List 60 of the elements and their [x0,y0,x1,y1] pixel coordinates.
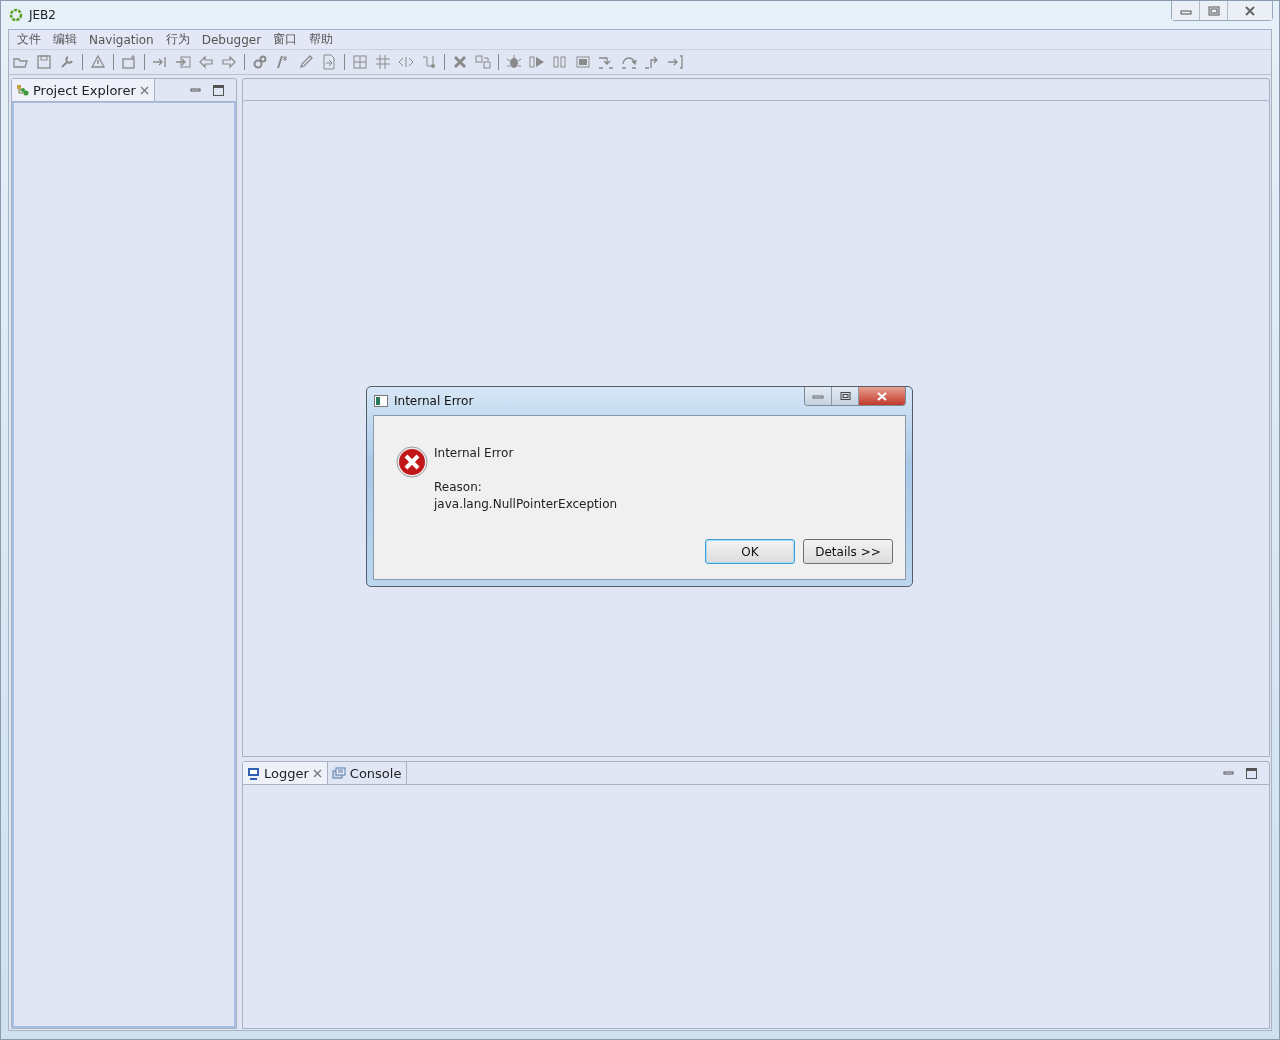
menu-item[interactable]: 窗口 [267,31,304,48]
arrow-to-bracket-icon[interactable] [152,54,168,70]
minimize-icon[interactable] [1223,770,1234,776]
close-button[interactable] [1228,1,1272,20]
maximize-icon [1207,5,1220,16]
maximize-icon [839,392,851,400]
minimize-icon [812,392,824,400]
view-tab[interactable]: Logger [243,762,328,784]
minimize-icon[interactable] [190,87,201,93]
resume-icon[interactable] [529,54,545,70]
x-mark-icon[interactable] [452,54,468,70]
warning-icon[interactable] [90,54,106,70]
tree-icon [16,83,29,97]
arrow-right-icon[interactable] [221,54,237,70]
arrow-left-icon[interactable] [198,54,214,70]
console-icon [331,766,346,780]
table-icon[interactable] [375,54,391,70]
close-icon[interactable] [312,768,322,778]
grid-icon[interactable] [352,54,368,70]
maximize-icon[interactable] [213,84,224,96]
error-message: java.lang.NullPointerException [434,496,618,513]
reason-label: Reason: [434,479,483,496]
error-heading: Internal Error [434,445,515,462]
new-folder-icon[interactable] [121,54,137,70]
step-return-icon[interactable] [644,54,660,70]
menu-item[interactable]: 编辑 [47,31,83,48]
dialog-button[interactable]: Details >> [803,539,893,564]
dialog-button[interactable]: OK [705,539,795,564]
maximize-button[interactable] [832,387,859,405]
close-icon [877,391,887,401]
wrench-icon[interactable] [59,54,75,70]
ring-logo-icon [9,8,23,22]
run-to-line-icon[interactable] [667,54,683,70]
view-tab[interactable]: Project Explorer [12,79,155,101]
menu-item[interactable]: Navigation [83,32,160,47]
maximize-icon[interactable] [1246,767,1257,779]
step-over-icon[interactable] [621,54,637,70]
monitor-icon [247,766,260,780]
menu-item[interactable]: 行为 [159,31,196,48]
minimize-button[interactable] [1172,1,1200,20]
view-tab[interactable]: Console [327,762,408,784]
pause-icon[interactable] [552,54,568,70]
code-brackets-icon[interactable] [398,54,414,70]
step-into-icon[interactable] [598,54,614,70]
window-title: JEB2 [29,8,56,22]
pencil-icon[interactable] [298,54,314,70]
close-icon [1244,5,1256,16]
dialog-title: Internal Error [394,394,474,408]
bug-icon[interactable] [506,54,522,70]
close-button[interactable] [859,387,905,405]
stop-icon[interactable] [575,54,591,70]
window-icon [374,395,388,407]
menu-item[interactable]: 帮助 [303,31,340,48]
menu-item[interactable]: 文件 [11,31,47,48]
menu-item[interactable]: Debugger [195,32,268,47]
close-icon[interactable] [139,85,149,95]
error-icon [396,446,428,478]
arrow-into-box-icon[interactable] [175,54,191,70]
document-arrow-icon[interactable] [321,54,337,70]
save-icon[interactable] [36,54,52,70]
